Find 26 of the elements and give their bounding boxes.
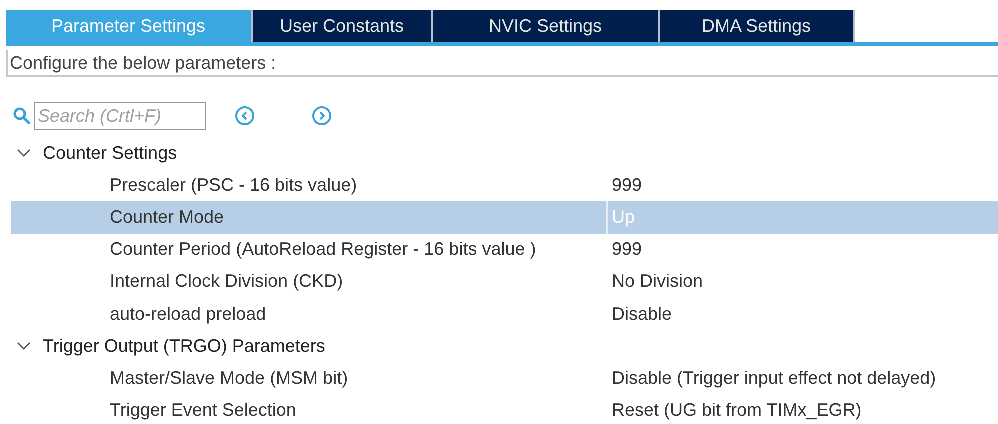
parameter-value[interactable]: No Division <box>606 266 704 298</box>
chevron-icon[interactable] <box>17 341 31 352</box>
parameter-value[interactable]: Reset (UG bit from TIMx_EGR) <box>606 394 862 424</box>
tab[interactable]: NVIC Settings <box>433 10 660 42</box>
parameter-name: Prescaler (PSC - 16 bits value) <box>109 174 358 196</box>
description-text: Configure the below parameters : <box>6 50 998 77</box>
search-icon <box>13 107 31 125</box>
group-label[interactable]: Trigger Output (TRGO) Parameters <box>43 336 326 357</box>
parameter-name: auto-reload preload <box>109 304 268 325</box>
tab[interactable]: User Constants <box>253 10 433 42</box>
parameter-value[interactable]: 999 <box>606 234 642 266</box>
previous-button[interactable] <box>235 106 255 126</box>
tab[interactable]: DMA Settings <box>660 10 855 42</box>
chevron-icon[interactable] <box>17 148 31 158</box>
parameter-value[interactable]: 999 <box>606 169 642 202</box>
parameter-value[interactable]: Disable <box>606 298 672 330</box>
parameter-name: Internal Clock Division (CKD) <box>109 271 344 292</box>
parameter-value[interactable]: Disable (Trigger input effect not delayed) <box>606 362 936 394</box>
selected-row[interactable]: Counter Mode Up <box>11 201 998 234</box>
parameter-name: Master/Slave Mode (MSM bit) <box>109 368 350 389</box>
parameter-name: Counter Mode <box>109 206 226 228</box>
group-label[interactable]: Counter Settings <box>43 142 178 164</box>
next-button[interactable] <box>312 106 332 126</box>
search-field[interactable]: Search (Crtl+F) <box>34 102 206 130</box>
parameter-name: Trigger Event Selection <box>109 400 298 422</box>
parameter-name: Counter Period (AutoReload Register - 16 bits value ) <box>109 239 538 260</box>
